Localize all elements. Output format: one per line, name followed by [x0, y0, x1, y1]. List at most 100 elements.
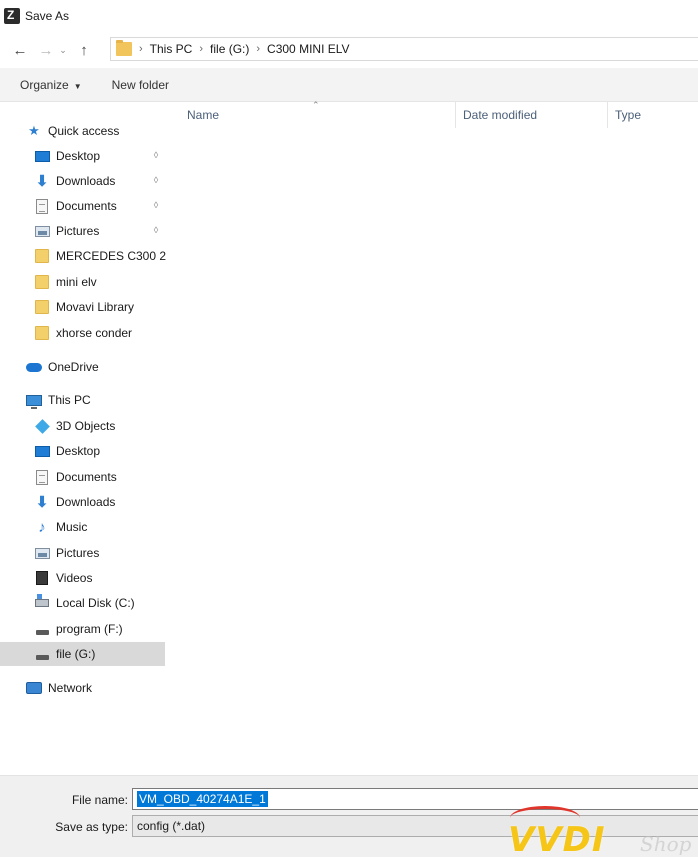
music-icon: ♪: [38, 518, 46, 536]
sidebar-item-mercedes-c300[interactable]: MERCEDES C300 20: [34, 244, 166, 268]
file-name-label: File name:: [71, 793, 128, 807]
sidebar-item-pc-downloads[interactable]: ⬇ Downloads: [34, 490, 116, 514]
sidebar-item-label: Desktop: [56, 149, 101, 163]
sidebar-item-label: Movavi Library: [56, 300, 135, 314]
sidebar-item-label: Documents: [56, 199, 117, 213]
chevron-right-icon[interactable]: ›: [139, 43, 143, 55]
sidebar-item-label: Documents: [56, 470, 117, 484]
sidebar-item-label: file (G:): [56, 647, 96, 661]
forward-arrow-icon[interactable]: →: [35, 39, 57, 61]
document-icon: [36, 469, 48, 485]
desktop-icon: [34, 150, 50, 162]
address-row: ← → ⌄ ↑ › This PC › file (G:) › C300 MIN…: [0, 32, 698, 68]
sidebar-item-label: Quick access: [48, 124, 120, 138]
folder-icon: [35, 249, 49, 263]
desktop-icon: [34, 445, 50, 457]
folder-icon: [35, 326, 49, 340]
up-arrow-icon[interactable]: ↑: [73, 39, 95, 61]
vvdi-shop-watermark: VVDI Shop: [508, 806, 698, 857]
organize-label: Organize: [20, 77, 69, 92]
drive-icon: [35, 654, 49, 660]
sidebar-item-movavi-library[interactable]: Movavi Library: [34, 295, 134, 319]
file-list[interactable]: ⌃ Name Date modified Type: [170, 100, 698, 772]
column-header-name[interactable]: Name: [187, 102, 455, 128]
download-icon: ⬇: [35, 173, 49, 190]
organize-button[interactable]: Organize ▼: [20, 78, 82, 92]
app-icon: [4, 8, 20, 24]
sidebar-item-label: Downloads: [56, 174, 116, 188]
sidebar-item-label: Music: [56, 520, 88, 534]
back-arrow-icon[interactable]: ←: [9, 39, 31, 61]
star-icon: ★: [28, 123, 40, 138]
sidebar-item-label: Videos: [56, 571, 93, 585]
sidebar-item-label: Local Disk (C:): [56, 596, 135, 610]
new-folder-button[interactable]: New folder: [112, 78, 169, 92]
chevron-right-icon[interactable]: ›: [199, 43, 203, 55]
sidebar-item-label: Pictures: [56, 546, 100, 560]
sidebar-item-label: Downloads: [56, 495, 116, 509]
folder-icon: [116, 40, 132, 56]
sidebar-item-label: This PC: [48, 393, 91, 407]
sidebar-item-label: xhorse conder: [56, 326, 133, 340]
sidebar-item-network[interactable]: Network: [26, 676, 92, 700]
save-as-type-label: Save as type:: [55, 820, 128, 834]
sidebar-item-label: Desktop: [56, 444, 101, 458]
sidebar-item-documents[interactable]: Documents: [34, 194, 117, 218]
sidebar-item-downloads[interactable]: ⬇ Downloads: [34, 169, 116, 193]
pin-icon[interactable]: ◊: [150, 175, 162, 185]
file-name-value[interactable]: VM_OBD_40274A1E_1: [137, 791, 268, 807]
sidebar-item-label: Pictures: [56, 224, 100, 238]
sidebar-item-mini-elv[interactable]: mini elv: [34, 270, 97, 294]
sidebar-item-xhorse-conder[interactable]: xhorse conder: [34, 321, 132, 345]
download-icon: ⬇: [35, 494, 49, 511]
sidebar-item-music[interactable]: ♪ Music: [34, 515, 87, 539]
recent-locations-chevron-icon[interactable]: ⌄: [57, 39, 69, 61]
window-title: Save As: [25, 9, 70, 23]
computer-icon: [26, 394, 42, 409]
sidebar-item-label: Network: [48, 681, 93, 695]
sidebar-item-label: 3D Objects: [56, 419, 116, 433]
folder-icon: [35, 300, 49, 314]
command-bar: Organize ▼ New folder: [0, 68, 698, 102]
sidebar-item-videos[interactable]: Videos: [34, 566, 92, 590]
document-icon: [36, 198, 48, 214]
sidebar-item-file-g[interactable]: file (G:): [0, 642, 165, 666]
sidebar-item-label: OneDrive: [48, 360, 99, 374]
breadcrumb-c300-mini-elv[interactable]: C300 MINI ELV: [267, 42, 349, 56]
sidebar-item-quick-access[interactable]: ★ Quick access: [26, 119, 119, 143]
sidebar-item-label: MERCEDES C300 20: [56, 249, 166, 263]
chevron-right-icon[interactable]: ›: [256, 43, 260, 55]
column-header-date-modified[interactable]: Date modified: [455, 102, 607, 128]
breadcrumb-file-g[interactable]: file (G:): [210, 42, 249, 56]
network-icon: [26, 682, 42, 694]
sidebar-item-local-disk-c[interactable]: Local Disk (C:): [34, 591, 135, 615]
video-icon: [36, 571, 48, 585]
sidebar-item-3d-objects[interactable]: 3D Objects: [34, 414, 115, 438]
drive-icon: [35, 629, 49, 635]
pictures-icon: [34, 225, 50, 237]
column-header-type[interactable]: Type: [607, 102, 698, 128]
pin-icon[interactable]: ◊: [150, 150, 162, 160]
sidebar-item-label: program (F:): [56, 622, 123, 636]
cube-icon: [34, 418, 50, 434]
breadcrumb-this-pc[interactable]: This PC: [150, 42, 193, 56]
cloud-icon: [26, 362, 42, 372]
caret-down-icon: ▼: [73, 81, 82, 91]
sidebar-item-pc-documents[interactable]: Documents: [34, 465, 117, 489]
sidebar-item-pc-pictures[interactable]: Pictures: [34, 541, 99, 565]
sidebar-item-desktop[interactable]: Desktop: [34, 144, 100, 168]
pictures-icon: [34, 547, 50, 559]
sidebar-item-pictures[interactable]: Pictures: [34, 219, 99, 243]
sidebar-item-pc-desktop[interactable]: Desktop: [34, 439, 100, 463]
address-bar[interactable]: › This PC › file (G:) › C300 MINI ELV: [110, 37, 698, 61]
disk-icon: [35, 594, 49, 607]
title-bar: Save As: [0, 0, 698, 32]
sidebar-item-label: mini elv: [56, 275, 97, 289]
sidebar-item-onedrive[interactable]: OneDrive: [26, 355, 99, 379]
sidebar-item-this-pc[interactable]: This PC: [26, 388, 91, 412]
watermark-suffix: Shop: [640, 832, 692, 856]
pin-icon[interactable]: ◊: [150, 225, 162, 235]
watermark-brand: VVDI: [508, 820, 606, 857]
sidebar-item-program-f[interactable]: program (F:): [34, 617, 123, 641]
pin-icon[interactable]: ◊: [150, 200, 162, 210]
